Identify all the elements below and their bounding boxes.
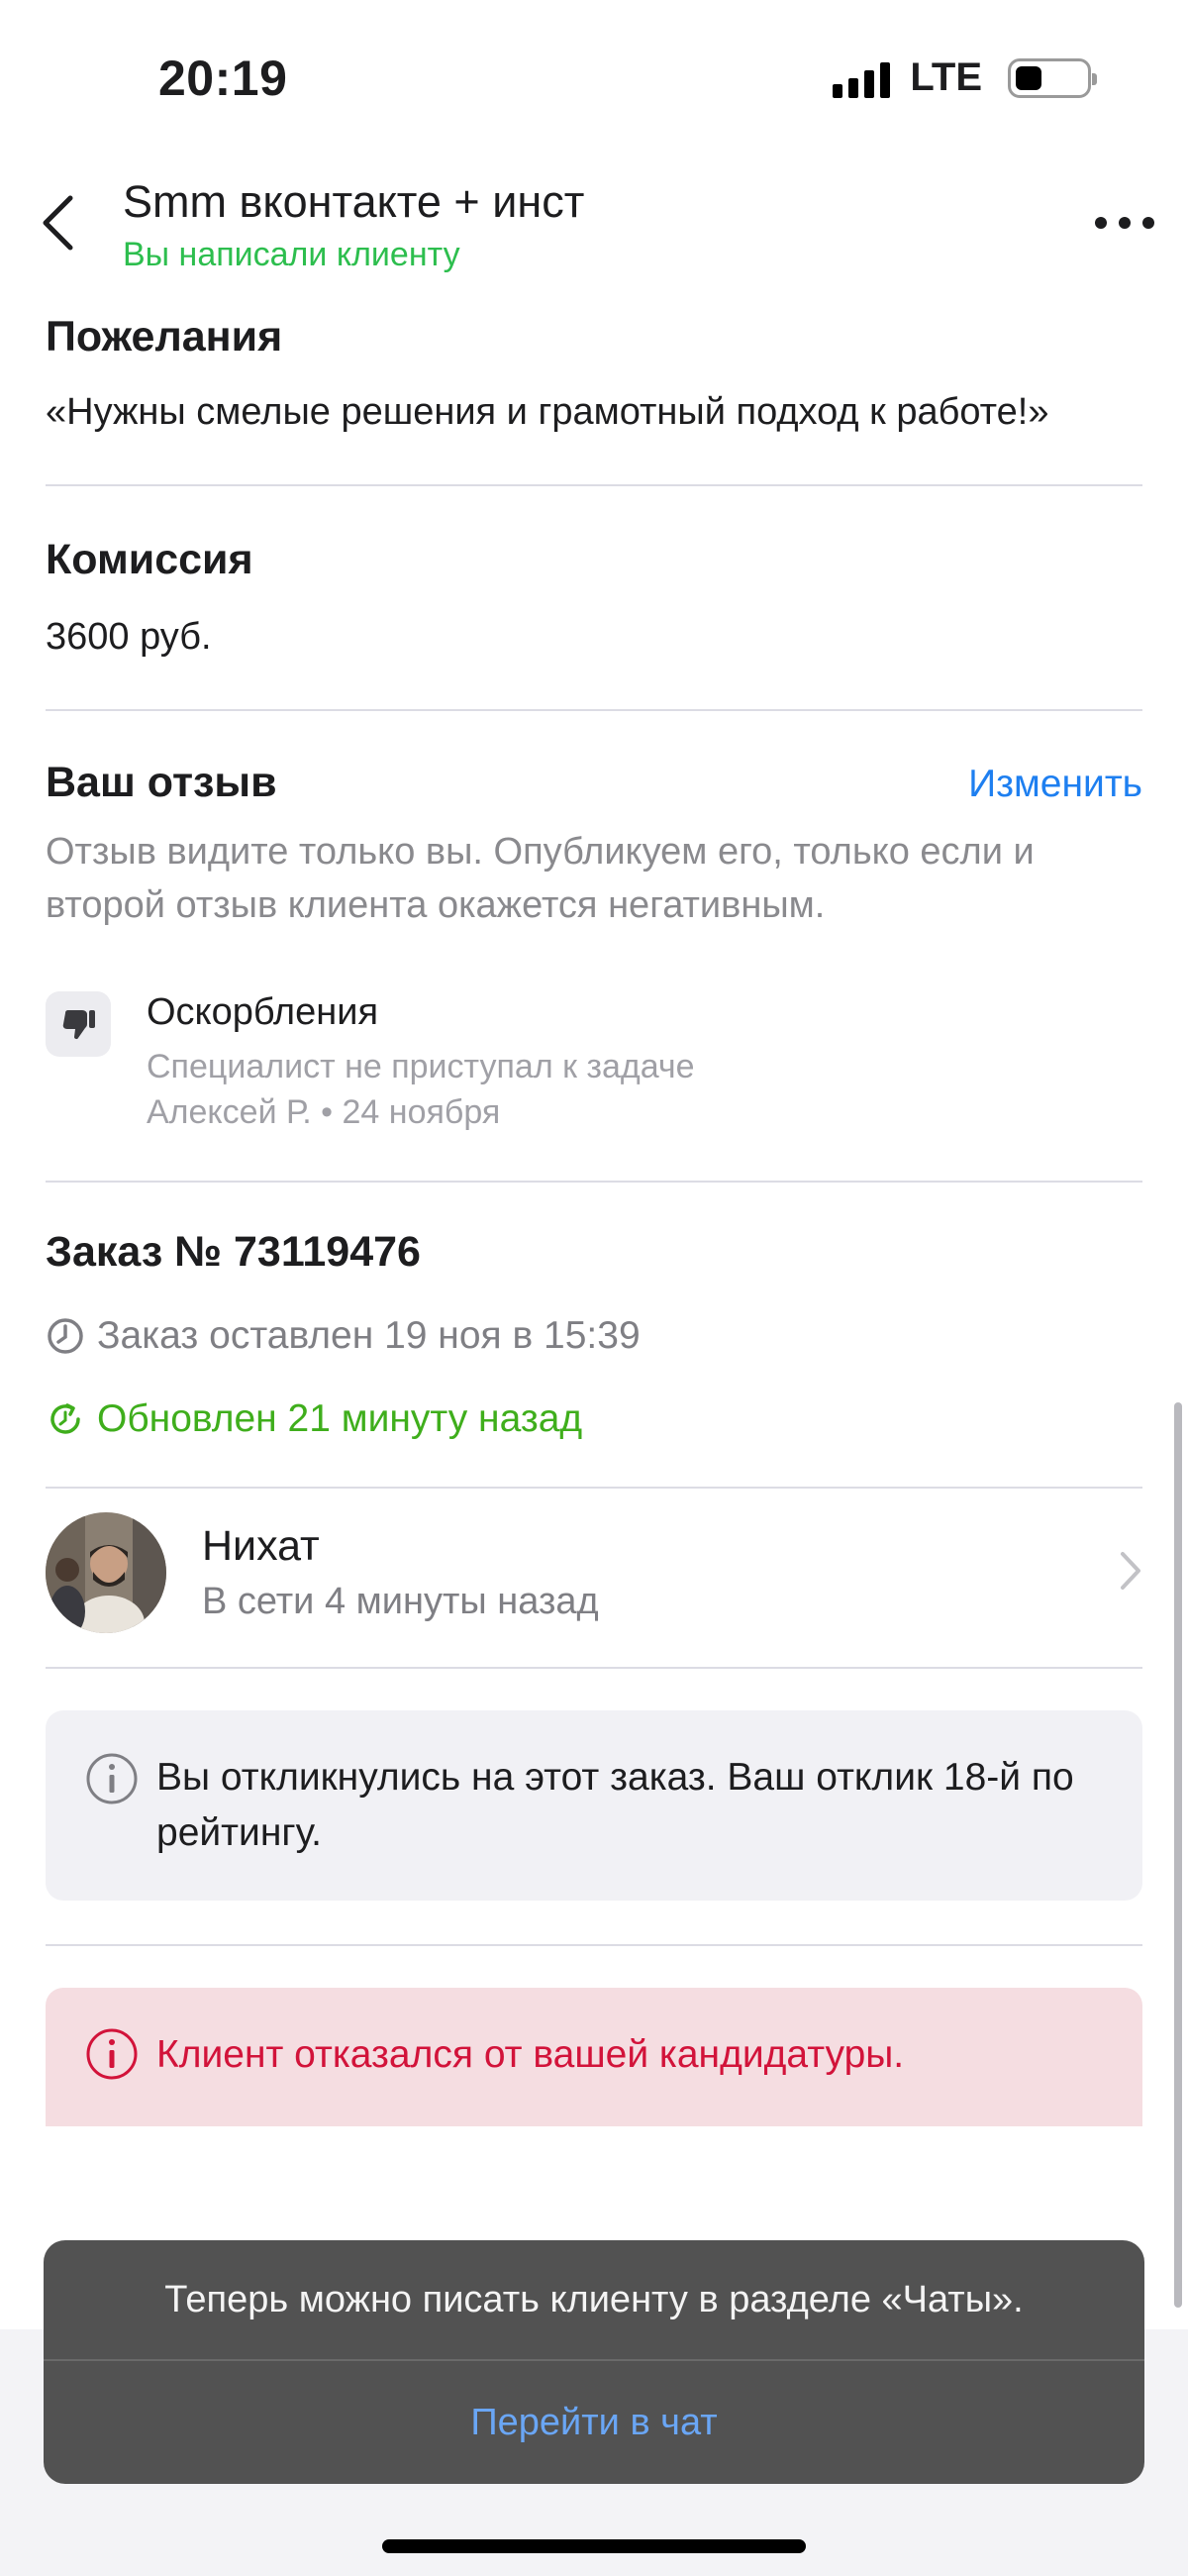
review-heading: Ваш отзыв bbox=[46, 759, 277, 806]
divider bbox=[46, 1667, 1142, 1669]
commission-heading: Комиссия bbox=[46, 536, 253, 583]
review-header: Ваш отзыв Изменить bbox=[46, 759, 1142, 807]
wishes-heading: Пожелания bbox=[46, 313, 283, 361]
info-notice: Вы откликнулись на этот заказ. Ваш откли… bbox=[46, 1710, 1142, 1901]
divider bbox=[46, 484, 1142, 486]
refresh-icon bbox=[50, 1403, 80, 1434]
alert-icon bbox=[86, 2028, 138, 2080]
review-item: Оскорбления Специалист не приступал к за… bbox=[46, 991, 1142, 1135]
wishes-text: «Нужны смелые решения и грамотный подход… bbox=[46, 391, 1049, 433]
client-name: Нихат bbox=[202, 1522, 320, 1570]
review-icon-box bbox=[46, 991, 111, 1057]
signal-icon bbox=[833, 58, 891, 98]
go-to-chat-button[interactable]: Перейти в чат bbox=[44, 2361, 1144, 2484]
order-heading: Заказ № 73119476 bbox=[46, 1228, 421, 1276]
page-subtitle: Вы написали клиенту bbox=[123, 236, 460, 273]
client-texts: Нихат В сети 4 минуты назад bbox=[202, 1522, 599, 1623]
more-icon bbox=[1095, 217, 1107, 229]
order-created-text: Заказ оставлен 19 ноя в 15:39 bbox=[97, 1314, 641, 1357]
review-note: Отзыв видите только вы. Опубликуем его, … bbox=[46, 831, 1035, 926]
scrollbar[interactable] bbox=[1174, 1402, 1182, 2308]
order-updated-text: Обновлен 21 минуту назад bbox=[97, 1397, 583, 1440]
commission-value: 3600 руб. bbox=[46, 616, 212, 658]
avatar bbox=[46, 1512, 166, 1633]
info-icon bbox=[86, 1753, 138, 1804]
review-texts: Оскорбления Специалист не приступал к за… bbox=[147, 991, 695, 1135]
page-title: Smm вконтакте + инст bbox=[123, 176, 585, 227]
divider bbox=[46, 1944, 1142, 1946]
thumbs-down-icon bbox=[62, 1010, 95, 1040]
clock-icon bbox=[48, 1318, 83, 1354]
info-notice-text: Вы откликнулись на этот заказ. Ваш откли… bbox=[156, 1756, 1074, 1854]
battery-icon bbox=[1008, 57, 1097, 98]
back-button[interactable] bbox=[36, 188, 79, 258]
review-author-date: Алексей Р. • 24 ноября bbox=[147, 1093, 501, 1131]
order-updated: Обновлен 21 минуту назад bbox=[46, 1397, 1142, 1441]
divider bbox=[46, 1181, 1142, 1183]
client-status: В сети 4 минуты назад bbox=[202, 1581, 599, 1622]
divider bbox=[46, 709, 1142, 711]
client-row[interactable]: Нихат В сети 4 минуты назад bbox=[46, 1489, 1142, 1657]
status-indicators: LTE bbox=[833, 55, 1097, 100]
status-time: 20:19 bbox=[158, 51, 288, 106]
edit-review-button[interactable]: Изменить bbox=[968, 763, 1142, 806]
alert-notice-text: Клиент отказался от вашей кандидатуры. bbox=[156, 2033, 905, 2076]
alert-notice: Клиент отказался от вашей кандидатуры. bbox=[46, 1988, 1142, 2126]
home-indicator[interactable] bbox=[382, 2539, 806, 2553]
screen: 20:19 LTE Smm вконтакте + инст Вы написа… bbox=[0, 0, 1188, 2576]
network-label: LTE bbox=[910, 55, 982, 99]
toast: Теперь можно писать клиенту в разделе «Ч… bbox=[44, 2240, 1144, 2484]
order-created: Заказ оставлен 19 ноя в 15:39 bbox=[46, 1314, 1142, 1358]
chevron-left-icon bbox=[43, 195, 73, 251]
review-subtitle: Специалист не приступал к задаче bbox=[147, 1048, 695, 1085]
review-title: Оскорбления bbox=[147, 991, 379, 1033]
chevron-right-icon bbox=[1121, 1552, 1140, 1590]
more-button[interactable] bbox=[1095, 203, 1154, 243]
main-content: Пожелания «Нужны смелые решения и грамот… bbox=[46, 313, 1142, 2126]
toast-message: Теперь можно писать клиенту в разделе «Ч… bbox=[44, 2240, 1144, 2361]
